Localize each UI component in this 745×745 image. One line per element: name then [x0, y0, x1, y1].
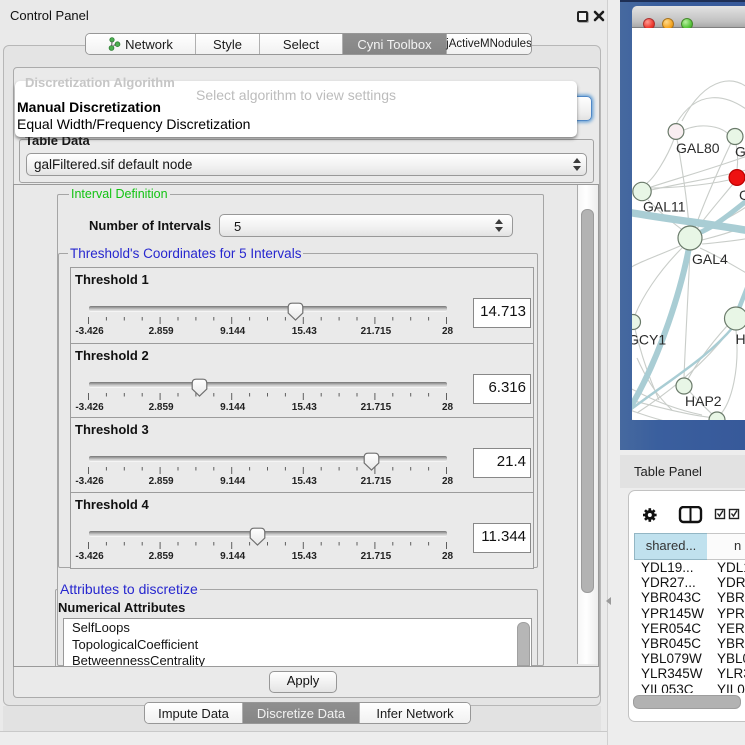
- svg-text:GA: GA: [735, 144, 745, 160]
- svg-text:C: C: [739, 187, 745, 203]
- svg-text:GAL11: GAL11: [643, 199, 686, 215]
- svg-text:GCY1: GCY1: [632, 332, 666, 348]
- svg-text:HAP2: HAP2: [685, 393, 722, 409]
- svg-text:H: H: [736, 331, 745, 347]
- svg-text:GAL4: GAL4: [692, 251, 728, 267]
- svg-text:GAL80: GAL80: [676, 140, 720, 156]
